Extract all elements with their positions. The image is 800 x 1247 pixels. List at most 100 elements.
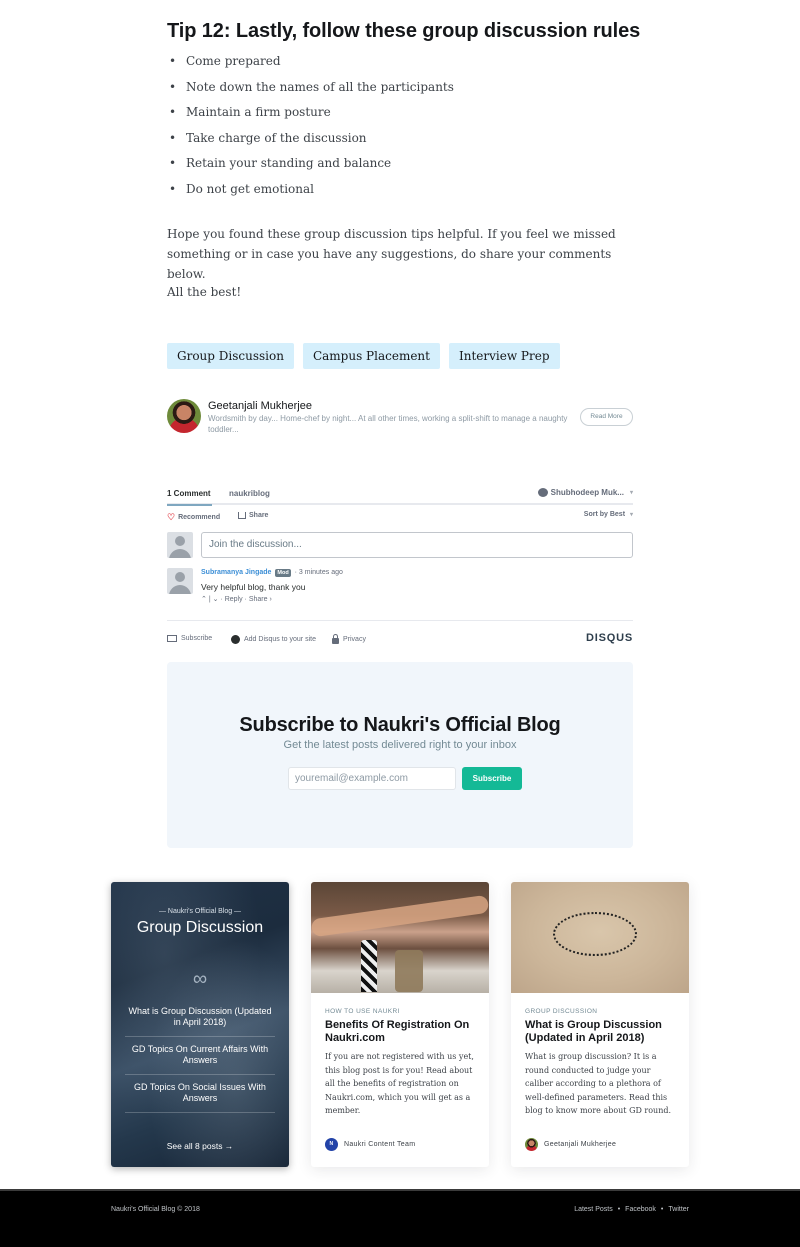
post-card-title[interactable]: What is Group Discussion (Updated in Apr… [525, 1019, 675, 1045]
chevron-down-icon: ▾ [629, 490, 633, 496]
comment-share-button[interactable]: Share › [249, 596, 272, 603]
user-avatar [167, 532, 193, 558]
rule-item: Maintain a firm posture [167, 103, 454, 129]
add-disqus-label: Add Disqus to your site [244, 636, 316, 643]
rule-item: Retain your standing and balance [167, 154, 454, 180]
recommend-label: Recommend [178, 514, 221, 521]
image-detail [395, 950, 423, 992]
series-kicker: — Naukri's Official Blog — [158, 908, 242, 915]
infinity-icon: ∞ [192, 968, 208, 990]
email-input[interactable]: youremail@example.com [288, 767, 456, 790]
post-card-author[interactable]: Geetanjali Mukherjee [525, 1138, 616, 1151]
comment-compose: Join the discussion... [167, 532, 633, 568]
post-card-image[interactable] [311, 882, 489, 993]
series-card: — Naukri's Official Blog — Group Discuss… [111, 882, 289, 1167]
footer-link-facebook[interactable]: Facebook [625, 1206, 656, 1213]
post-card-author-name: Naukri Content Team [344, 1141, 416, 1148]
disqus-footer: Subscribe Add Disqus to your site Privac… [167, 620, 633, 650]
reply-button[interactable]: Reply [225, 596, 243, 603]
author-card: Geetanjali Mukherjee Wordsmith by day...… [167, 399, 633, 435]
author-avatar: N [325, 1138, 338, 1151]
footer-separator: • [660, 1206, 664, 1213]
post-card-title[interactable]: Benefits Of Registration On Naukri.com [325, 1019, 475, 1045]
post-card-tag: HOW TO USE NAUKRI [325, 1008, 400, 1015]
tag-list: Group Discussion Campus Placement Interv… [167, 343, 560, 369]
commenter-avatar[interactable] [167, 568, 193, 594]
privacy-link[interactable]: Privacy [332, 634, 366, 644]
footer-link-twitter[interactable]: Twitter [668, 1206, 689, 1213]
subscribe-title: Subscribe to Naukri's Official Blog [239, 714, 561, 736]
post-card-tag: GROUP DISCUSSION [525, 1008, 598, 1015]
join-discussion-input[interactable]: Join the discussion... [201, 532, 633, 558]
image-detail [553, 912, 637, 956]
lock-icon [332, 634, 339, 644]
post-card-excerpt: What is group discussion? It is a round … [525, 1052, 672, 1115]
share-button[interactable]: Share [238, 512, 268, 519]
disqus-tabs: 1 Comment naukriblog Shubhodeep Muk... ▾ [167, 482, 633, 506]
add-disqus-link[interactable]: Add Disqus to your site [231, 635, 316, 644]
disqus-icon [231, 635, 240, 644]
author-avatar[interactable] [167, 399, 201, 433]
tag-group-discussion[interactable]: Group Discussion [167, 343, 294, 369]
tip-heading: Tip 12: Lastly, follow these group discu… [167, 20, 641, 42]
post-card-image[interactable] [511, 882, 689, 993]
post-card[interactable]: HOW TO USE NAUKRI Benefits Of Registrati… [311, 882, 489, 1167]
downvote-button[interactable]: ⌄ [213, 596, 219, 603]
share-icon [238, 512, 246, 519]
rule-item: Take charge of the discussion [167, 129, 454, 155]
chevron-down-icon: ▾ [629, 512, 633, 518]
series-title: Group Discussion [136, 919, 264, 936]
comment-footer: ⌃ | ⌄ · Reply · Share › [201, 596, 272, 603]
rule-item: Note down the names of all the participa… [167, 78, 454, 104]
subscribe-section: Subscribe to Naukri's Official Blog Get … [167, 662, 633, 848]
sort-label: Sort by Best [583, 511, 626, 518]
author-name[interactable]: Geetanjali Mukherjee [208, 400, 312, 412]
tab-forum[interactable]: naukriblog [229, 489, 270, 498]
share-label: Share [249, 512, 269, 519]
image-detail [311, 894, 489, 938]
series-post-link[interactable]: GD Topics On Social Issues With Answers [125, 1075, 275, 1113]
signoff: All the best! [167, 285, 242, 299]
subscribe-description: Get the latest posts delivered right to … [283, 739, 517, 751]
envelope-icon [167, 635, 177, 642]
closing-paragraph: Hope you found these group discussion ti… [167, 227, 616, 281]
comment-time[interactable]: · 3 minutes ago [295, 569, 343, 576]
recommend-button[interactable]: ♡ Recommend [167, 512, 220, 523]
read-more-button[interactable]: Read More [580, 408, 633, 426]
post-card-author-name: Geetanjali Mukherjee [544, 1141, 617, 1148]
heart-icon: ♡ [167, 512, 176, 522]
image-detail [361, 940, 377, 992]
author-avatar [525, 1138, 538, 1151]
rule-item: Do not get emotional [167, 180, 454, 206]
series-post-list: What is Group Discussion (Updated in Apr… [125, 998, 275, 1113]
subscribe-button[interactable]: Subscribe [462, 767, 522, 790]
tag-campus-placement[interactable]: Campus Placement [302, 343, 440, 369]
disqus-subscribe-link[interactable]: Subscribe [167, 635, 212, 642]
post-card[interactable]: GROUP DISCUSSION What is Group Discussio… [511, 882, 689, 1167]
series-post-link[interactable]: GD Topics On Current Affairs With Answer… [125, 1037, 275, 1075]
comment-item: Subramanya Jingade Mod · 3 minutes ago V… [167, 568, 633, 618]
tab-comments[interactable]: 1 Comment [167, 489, 212, 506]
mod-badge: Mod [275, 569, 291, 577]
author-bio: Wordsmith by day... Home-chef by night..… [208, 414, 568, 434]
post-card-author[interactable]: N Naukri Content Team [325, 1138, 415, 1151]
comment-author[interactable]: Subramanya Jingade [201, 569, 271, 576]
privacy-label: Privacy [343, 636, 366, 643]
tag-interview-prep[interactable]: Interview Prep [448, 343, 560, 369]
see-all-posts-link[interactable]: See all 8 posts → [111, 1141, 289, 1151]
upvote-button[interactable]: ⌃ [201, 596, 207, 603]
disqus-comments: 1 Comment naukriblog Shubhodeep Muk... ▾… [167, 482, 633, 650]
footer-link-latest-posts[interactable]: Latest Posts [574, 1206, 613, 1213]
footer-copyright[interactable]: Naukri's Official Blog © 2018 [111, 1206, 200, 1213]
sort-dropdown[interactable]: Sort by Best ▾ [584, 511, 633, 518]
series-post-link[interactable]: What is Group Discussion (Updated in Apr… [125, 998, 275, 1037]
post-card-excerpt: If you are not registered with us yet, t… [325, 1052, 474, 1115]
disqus-actions: ♡ Recommend Share Sort by Best ▾ [167, 505, 633, 528]
rules-list: Come prepared Note down the names of all… [167, 52, 454, 205]
user-avatar-icon [537, 488, 548, 497]
related-posts: — Naukri's Official Blog — Group Discuss… [111, 882, 689, 1167]
disqus-logo[interactable]: DISQUS [586, 632, 633, 644]
user-menu[interactable]: Shubhodeep Muk... ▾ [537, 488, 633, 497]
site-footer: Naukri's Official Blog © 2018 Latest Pos… [0, 1189, 800, 1247]
subscribe-label: Subscribe [181, 635, 213, 642]
